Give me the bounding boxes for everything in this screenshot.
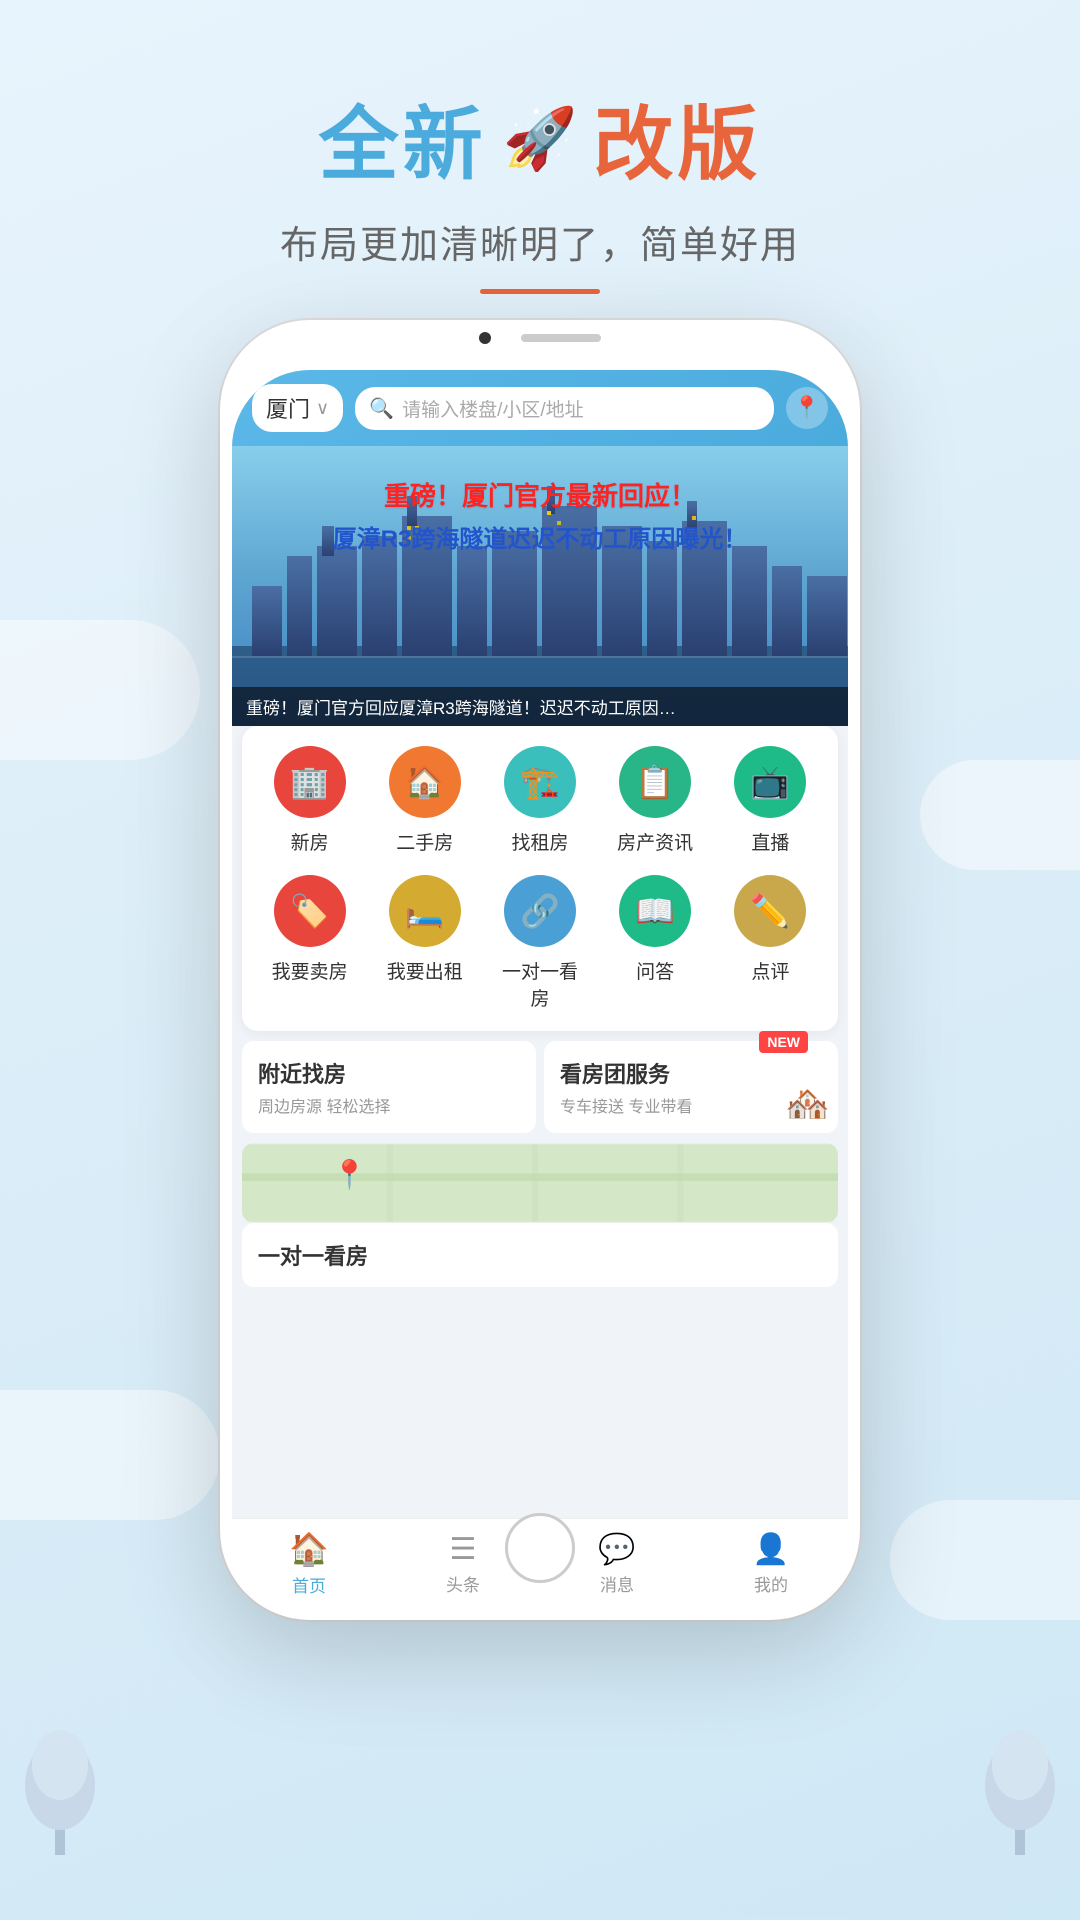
map-pin-icon: 📍 [332,1158,367,1191]
menu-row-1: 🏢 新房 🏠 二手房 🏗️ [252,746,828,855]
menu-icon-qa: 📖 [619,875,691,947]
profile-nav-icon: 👤 [752,1532,789,1567]
home-nav-icon: 🏠 [289,1530,329,1568]
menu-item-news[interactable]: 📋 房产资讯 [610,746,700,855]
menu-icon-new-house: 🏢 [274,746,346,818]
banner-text-overlay: 重磅！厦门官方最新回应！ 厦漳R3跨海隧道迟迟不动工原因曝光！ [232,476,848,554]
tree-left-svg [20,1715,100,1855]
title-blue: 全新 [319,80,487,196]
header-title-row: 全新 🚀 改版 [0,80,1080,196]
nav-item-home[interactable]: 🏠 首页 [232,1530,386,1597]
app-scroll[interactable]: 厦门 ∨ 🔍 请输入楼盘/小区/地址 📍 [232,370,848,1518]
menu-item-live[interactable]: 📺 直播 [725,746,815,855]
menu-icon-one-one: 🔗 [504,875,576,947]
header-subtitle: 布局更加清晰明了，简单好用 [0,214,1080,269]
search-icon: 🔍 [369,396,394,421]
home-button-circle [505,1513,575,1583]
title-orange: 改版 [593,80,761,196]
menu-item-new-house[interactable]: 🏢 新房 [265,746,355,855]
phone-camera-dot [479,332,491,344]
rocket-icon: 🚀 [503,103,578,174]
search-placeholder: 请输入楼盘/小区/地址 [402,395,584,422]
service-nearby-subtitle: 周边房源 轻松选择 [258,1093,520,1117]
service-group-illustration: 🏘️ [785,1083,830,1125]
banner-bottom-bar: 重磅！厦门官方回应厦漳R3跨海隧道！迟迟不动工原因… [232,687,848,726]
menu-icon-sell: 🏷️ [274,875,346,947]
menu-label-live: 直播 [751,828,789,855]
service-group-subtitle: 专车接送 专业带看 [560,1093,822,1117]
app-header: 厦门 ∨ 🔍 请输入楼盘/小区/地址 📍 [232,370,848,446]
chevron-down-icon: ∨ [316,398,329,419]
banner-title-red: 重磅！厦门官方最新回应！ [232,476,848,513]
menu-icon-review: ✏️ [734,875,806,947]
bottom-nav: 🏠 首页 ☰ 头条 💬 消息 👤 我的 [232,1518,848,1608]
menu-item-qa[interactable]: 📖 问答 [610,875,700,1011]
new-badge: NEW [759,1031,808,1053]
bg-cloud-3 [0,1390,220,1520]
menu-label-lease: 我要出租 [387,957,463,984]
service-nearby-title: 附近找房 [258,1057,520,1089]
menu-label-sell: 我要卖房 [272,957,348,984]
phone-outer: 厦门 ∨ 🔍 请输入楼盘/小区/地址 📍 [220,320,860,1620]
header-area: 全新 🚀 改版 布局更加清晰明了，简单好用 [0,0,1080,294]
tree-right-svg [980,1715,1060,1855]
service-nearby-card[interactable]: 附近找房 周边房源 轻松选择 [242,1041,536,1133]
menu-label-one-one: 一对一看房 [495,957,585,1011]
service-row: 附近找房 周边房源 轻松选择 NEW 看房团服务 专车接送 专业带看 🏘️ [242,1041,838,1133]
menu-label-review: 点评 [751,957,789,984]
location-icon: 📍 [793,395,820,421]
deco-tree-right [980,1715,1060,1860]
menu-item-second-house[interactable]: 🏠 二手房 [380,746,470,855]
phone-wrapper: 厦门 ∨ 🔍 请输入楼盘/小区/地址 📍 [220,320,860,1620]
city-name: 厦门 [266,392,310,424]
menu-grid-card: 🏢 新房 🏠 二手房 🏗️ [242,726,838,1031]
menu-icon-news: 📋 [619,746,691,818]
messages-nav-icon: 💬 [598,1532,635,1567]
menu-item-lease[interactable]: 🛏️ 我要出租 [380,875,470,1011]
menu-label-qa: 问答 [636,957,674,984]
header-underline [480,289,600,294]
search-bar[interactable]: 🔍 请输入楼盘/小区/地址 [355,387,774,430]
phone-screen: 厦门 ∨ 🔍 请输入楼盘/小区/地址 📍 [232,370,848,1608]
nav-label-headlines: 头条 [446,1571,480,1596]
service-group-card[interactable]: NEW 看房团服务 专车接送 专业带看 🏘️ [544,1041,838,1133]
banner-title-blue: 厦漳R3跨海隧道迟迟不动工原因曝光！ [232,519,848,554]
menu-icon-second-house: 🏠 [389,746,461,818]
banner[interactable]: 重磅！厦门官方最新回应！ 厦漳R3跨海隧道迟迟不动工原因曝光！ 重磅！厦门官方回… [232,446,848,726]
menu-item-sell[interactable]: 🏷️ 我要卖房 [265,875,355,1011]
deco-tree-left [20,1715,100,1860]
bg-cloud-1 [0,620,200,760]
menu-label-second-house: 二手房 [396,828,453,855]
menu-label-rent: 找租房 [511,828,568,855]
nav-label-messages: 消息 [600,1571,634,1596]
bottom-spacer [232,1287,848,1387]
nav-label-profile: 我的 [754,1571,788,1596]
menu-label-new-house: 新房 [291,828,329,855]
service-group-title: 看房团服务 [560,1057,822,1089]
one-on-one-card[interactable]: 一对一看房 [242,1223,838,1287]
nav-label-home: 首页 [292,1572,326,1597]
location-button[interactable]: 📍 [786,387,828,429]
menu-label-news: 房产资讯 [617,828,693,855]
menu-row-2: 🏷️ 我要卖房 🛏️ 我要出租 🔗 [252,875,828,1011]
phone-speaker [521,334,601,342]
menu-icon-live: 📺 [734,746,806,818]
phone-notch-area [420,320,660,356]
headlines-nav-icon: ☰ [450,1532,477,1567]
menu-icon-rent: 🏗️ [504,746,576,818]
menu-item-one-one[interactable]: 🔗 一对一看房 [495,875,585,1011]
bg-cloud-2 [920,760,1080,870]
bg-cloud-4 [890,1500,1080,1620]
city-selector[interactable]: 厦门 ∨ [252,384,343,432]
menu-item-review[interactable]: ✏️ 点评 [725,875,815,1011]
nav-item-profile[interactable]: 👤 我的 [694,1532,848,1596]
menu-icon-lease: 🛏️ [389,875,461,947]
map-preview[interactable]: 📍 [242,1143,838,1223]
one-on-one-title: 一对一看房 [258,1239,368,1271]
menu-item-rent[interactable]: 🏗️ 找租房 [495,746,585,855]
